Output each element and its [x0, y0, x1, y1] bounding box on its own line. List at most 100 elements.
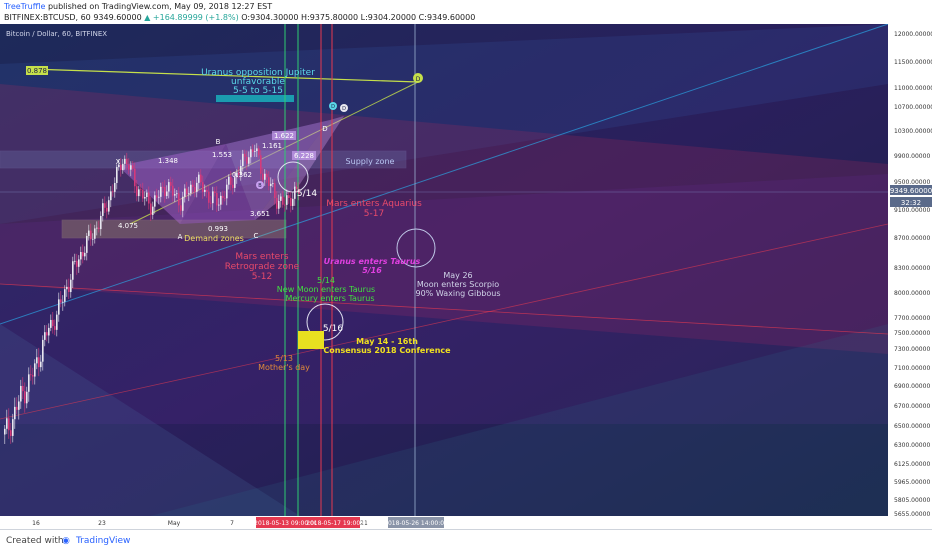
low-text: L:9304.20000: [360, 13, 417, 22]
ratio-4075: 4.075: [118, 222, 138, 230]
candle-body: [102, 203, 104, 216]
price-tick-label: 8700.00000: [894, 235, 930, 242]
price-tick-label: 6125.00000: [894, 461, 930, 468]
chart-title: Bitcoin / Dollar, 60, BITFINEX: [6, 30, 107, 38]
new-moon-date: 5/14: [317, 276, 335, 285]
candle-body: [138, 189, 140, 197]
candle-body: [258, 148, 260, 156]
candle-body: [36, 357, 38, 364]
uranus-taurus-label: Uranus enters Taurus: [324, 257, 421, 266]
consensus-box: [298, 331, 324, 349]
candle-body: [158, 196, 160, 198]
candle-body: [134, 168, 136, 187]
candle-body: [46, 332, 48, 336]
candle-body: [66, 286, 68, 290]
tradingview-link[interactable]: TradingView: [76, 536, 130, 546]
price-tick-label: 6300.00000: [894, 442, 930, 449]
candle-body: [248, 157, 250, 164]
price-tick-label: 9100.00000: [894, 207, 930, 214]
price-tick-label: 10700.00000: [894, 104, 932, 111]
author-link[interactable]: TreeTruffle: [4, 2, 45, 11]
candle-body: [18, 401, 20, 410]
candle-body: [128, 164, 130, 170]
candle-body: [290, 198, 292, 206]
candle-body: [266, 173, 268, 178]
price-tick-label: 8300.00000: [894, 265, 930, 272]
candle-body: [26, 391, 28, 404]
fib-0878-label: 0.878: [27, 67, 47, 75]
candle-body: [242, 153, 244, 167]
candle-body: [276, 198, 278, 209]
candle-body: [42, 339, 44, 362]
candle-body: [114, 182, 116, 192]
candle-body: [228, 176, 230, 185]
uranus-taurus-date: 5/16: [362, 266, 382, 275]
candle-body: [164, 187, 166, 196]
retrograde-date: 5-12: [252, 272, 272, 282]
ratio-3651: 3.651: [250, 210, 270, 218]
price-tick-label: 8000.00000: [894, 290, 930, 297]
candle-body: [212, 191, 214, 204]
candle-body: [76, 260, 78, 267]
candle-body: [168, 182, 170, 192]
candle-body: [224, 197, 226, 199]
candle-body: [200, 174, 202, 183]
candle-body: [226, 184, 228, 199]
candle-body: [52, 319, 54, 327]
b2-marker-label: B: [258, 183, 262, 189]
consensus-dates: May 14 - 16th: [356, 337, 418, 346]
price-tick-label: 7100.00000: [894, 365, 930, 372]
candle-body: [72, 261, 74, 280]
price-tick-label: 5655.00000: [894, 511, 930, 518]
price-tick-label: 9500.00000: [894, 179, 930, 186]
candle-body: [264, 173, 266, 180]
candle-body: [88, 230, 90, 236]
candle-body: [124, 158, 126, 164]
candle-body: [184, 188, 186, 197]
candle-body: [30, 374, 32, 376]
created-with-text: Created with: [6, 536, 64, 546]
high-text: H:9375.80000: [301, 13, 359, 22]
price-tick-label: 11500.00000: [894, 59, 932, 66]
candle-body: [28, 374, 30, 392]
candle-body: [90, 230, 92, 240]
candle-body: [270, 183, 272, 186]
candle-body: [104, 203, 106, 208]
candle-body: [254, 151, 256, 152]
candle-body: [50, 319, 52, 328]
mars-enters-label: Mars enters: [235, 252, 289, 262]
candle-body: [54, 326, 56, 330]
point-c-label: C: [254, 232, 259, 240]
candle-body: [106, 207, 108, 212]
candle-body: [24, 391, 26, 404]
candle-body: [188, 193, 190, 195]
candle-body: [214, 191, 216, 194]
chart-page: { "header": { "author": "TreeTruffle", "…: [0, 0, 932, 551]
candle-body: [10, 430, 12, 436]
time-tick-label: 23: [98, 520, 106, 527]
candle-body: [32, 375, 34, 377]
retrograde-zone-label: Retrograde zone: [225, 262, 300, 272]
candle-body: [208, 191, 210, 203]
candle-body: [80, 251, 82, 260]
candle-body: [186, 188, 188, 195]
candle-body: [204, 189, 206, 192]
chart-canvas[interactable]: 12000.00000 11500.00000 11000.00000 10700.0…: [0, 24, 932, 530]
candle-body: [190, 184, 192, 194]
time-highlight-3-label: 2018-05-26 14:00:00: [384, 520, 448, 527]
candle-body: [280, 196, 282, 201]
candle-body: [274, 183, 276, 199]
candle-body: [20, 385, 22, 402]
new-moon-label: New Moon enters Taurus: [277, 285, 375, 294]
candle-body: [98, 227, 100, 230]
time-highlight-2-label: 2018-05-17 19:00:00: [306, 520, 370, 527]
candle-body: [262, 173, 264, 180]
candle-body: [252, 149, 254, 152]
price-tick-label: 9900.00000: [894, 153, 930, 160]
candle-body: [48, 327, 50, 336]
point-d-label: D: [322, 125, 327, 133]
ratio-1348: 1.348: [158, 157, 178, 165]
d-marker-cyan-label: D: [331, 104, 335, 110]
may26-label: May 26: [443, 271, 472, 280]
candle-body: [206, 189, 208, 192]
